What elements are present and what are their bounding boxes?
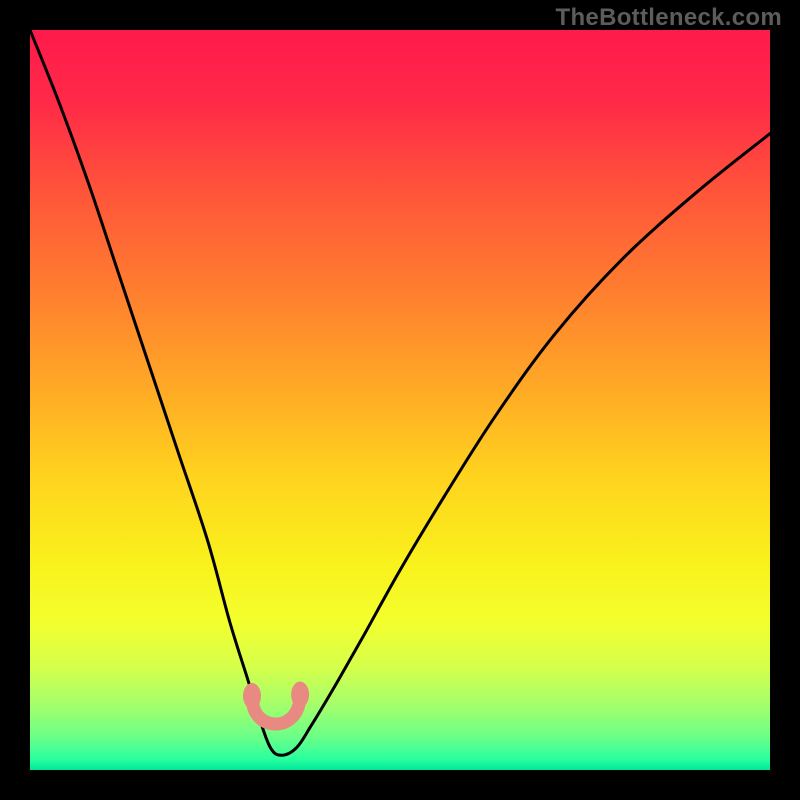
plot-area	[30, 30, 770, 770]
marker-dot	[291, 682, 309, 708]
chart-svg	[30, 30, 770, 770]
chart-frame: TheBottleneck.com	[0, 0, 800, 800]
watermark-text: TheBottleneck.com	[556, 4, 782, 32]
marker-dot	[243, 683, 261, 709]
gradient-background	[30, 30, 770, 770]
